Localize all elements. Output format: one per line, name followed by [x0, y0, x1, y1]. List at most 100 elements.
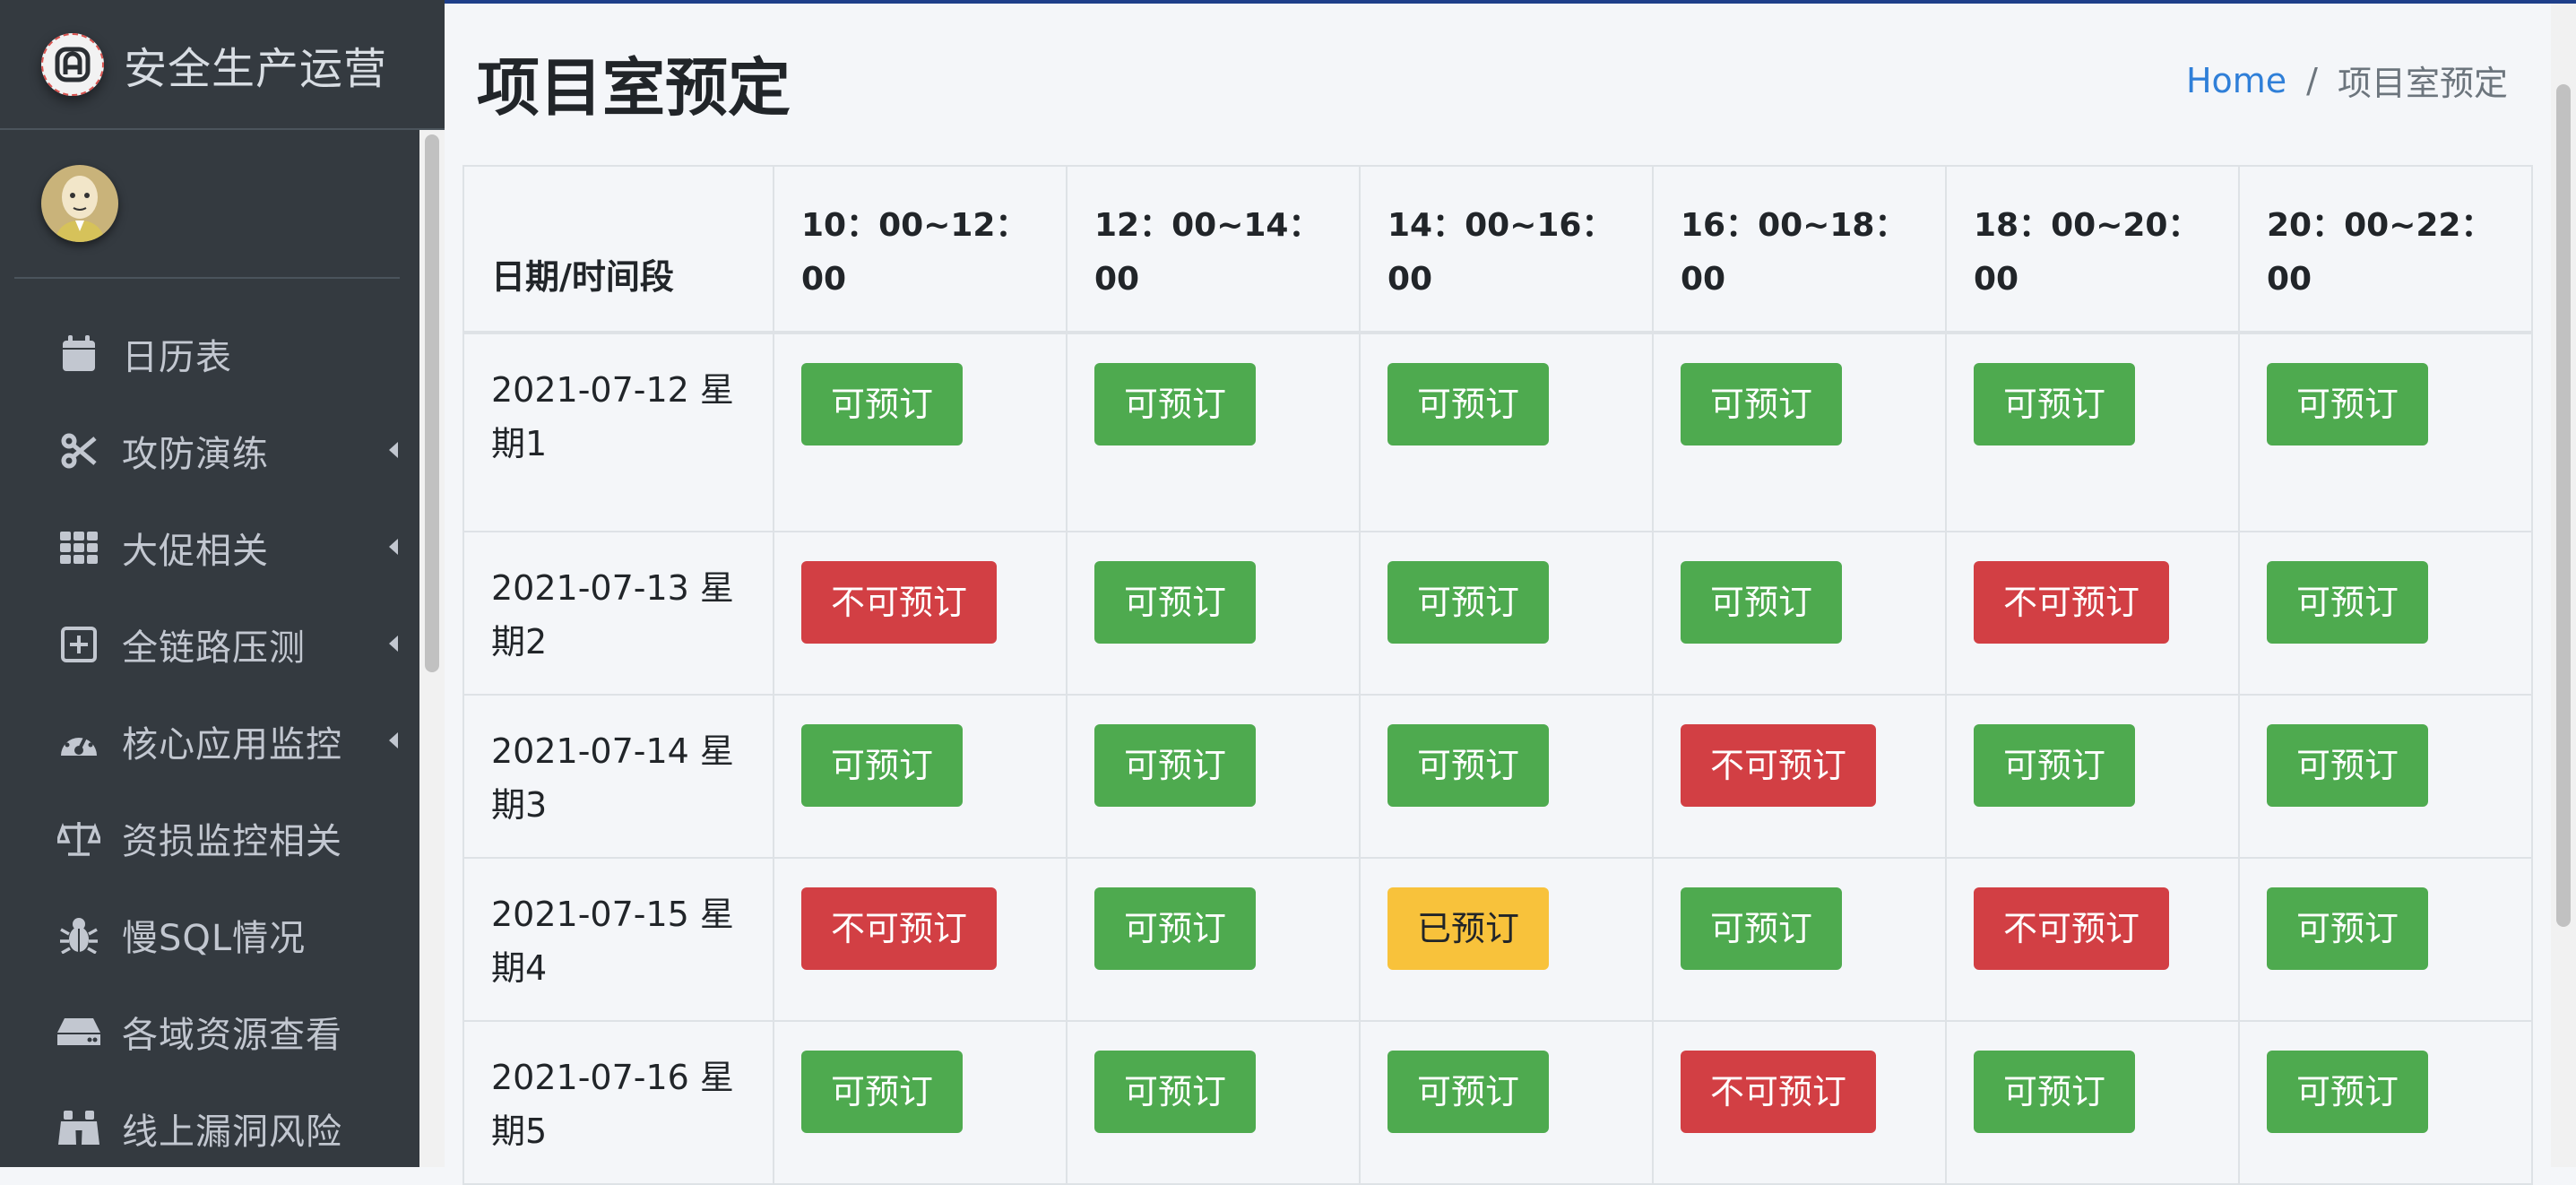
row-date: 2021-07-16 星期5	[462, 1020, 774, 1185]
column-header-slot: 10：00~12：00	[773, 165, 1068, 334]
slot-status-button[interactable]: 可预订	[2267, 724, 2429, 807]
slot-status-button[interactable]: 可预订	[1094, 561, 1257, 644]
slot-status-button[interactable]: 可预订	[1974, 1051, 2136, 1133]
slot-status-button[interactable]: 可预订	[1094, 887, 1257, 970]
table-row: 2021-07-13 星期2 不可预订 可预订 可预订 可预订 不可预订 可预订	[462, 531, 2533, 696]
table-cell: 可预订	[773, 1020, 1068, 1185]
sidebar-item-core-monitor[interactable]: 核心应用监控	[0, 693, 445, 790]
sidebar-item-label: 全链路压测	[122, 627, 306, 669]
slot-status-button[interactable]: 可预订	[1387, 561, 1550, 644]
row-date: 2021-07-13 星期2	[462, 531, 774, 696]
slot-status-button[interactable]: 可预订	[2267, 1051, 2429, 1133]
table-cell: 不可预订	[1945, 531, 2240, 696]
table-cell: 可预订	[1359, 694, 1654, 859]
binoculars-icon	[57, 1107, 100, 1150]
table-cell: 可预订	[1359, 531, 1654, 696]
row-date: 2021-07-15 星期4	[462, 857, 774, 1022]
slot-status-button[interactable]: 可预订	[1974, 724, 2136, 807]
sidebar-item-label: 各域资源查看	[122, 1015, 342, 1056]
sidebar-item-loss-monitor[interactable]: 资损监控相关	[0, 790, 445, 887]
brand-text: 安全生产运营	[124, 43, 388, 94]
slot-status-button[interactable]: 可预订	[1387, 363, 1550, 445]
row-date: 2021-07-12 星期1	[462, 332, 774, 532]
slot-status-button[interactable]: 可预订	[1681, 363, 1843, 445]
slot-status-button[interactable]: 不可预订	[801, 887, 998, 970]
slot-status-button[interactable]: 已预订	[1387, 887, 1550, 970]
table-cell: 可预订	[1652, 857, 1947, 1022]
sidebar-item-attack-defense[interactable]: 攻防演练	[0, 402, 445, 499]
grid-icon	[57, 526, 100, 569]
table-row: 2021-07-14 星期3 可预订 可预订 可预订 不可预订 可预订 可预订	[462, 694, 2533, 859]
chevron-left-icon	[389, 442, 398, 458]
table-cell: 可预订	[1652, 531, 1947, 696]
slot-status-button[interactable]: 可预订	[1387, 724, 1550, 807]
table-cell: 可预订	[1945, 1020, 2240, 1185]
brand-link[interactable]: 安全生产运营	[0, 0, 445, 130]
sidebar-item-calendar[interactable]: 日历表	[0, 306, 445, 402]
breadcrumb: Home / 项目室预定	[2186, 56, 2508, 105]
column-header-slot: 20：00~22：00	[2238, 165, 2533, 334]
table-cell: 可预订	[1652, 332, 1947, 532]
slot-status-button[interactable]: 可预订	[1681, 561, 1843, 644]
brand-logo-icon	[41, 32, 104, 96]
hdd-icon	[57, 1010, 100, 1053]
content-wrapper: 项目室预定 Home / 项目室预定 日期/时间段 10：00~12：00 12…	[445, 4, 2576, 1185]
table-cell: 可预订	[1066, 857, 1361, 1022]
table-cell: 已预订	[1359, 857, 1654, 1022]
table-row: 2021-07-16 星期5 可预订 可预订 可预订 不可预订 可预订 可预订	[462, 1020, 2533, 1185]
slot-status-button[interactable]: 可预订	[2267, 363, 2429, 445]
slot-status-button[interactable]: 不可预订	[1974, 887, 2170, 970]
table-cell: 可预订	[773, 332, 1068, 532]
column-header-slot: 14：00~16：00	[1359, 165, 1654, 334]
reservation-table: 日期/时间段 10：00~12：00 12：00~14：00 14：00~16：…	[462, 165, 2533, 1185]
sidebar-item-vuln-risk[interactable]: 线上漏洞风险	[0, 1080, 445, 1167]
calendar-icon	[57, 333, 100, 376]
sidebar-item-label: 日历表	[122, 337, 232, 378]
slot-status-button[interactable]: 可预订	[1094, 724, 1257, 807]
sidebar-item-resources[interactable]: 各域资源查看	[0, 983, 445, 1080]
slot-status-button[interactable]: 可预订	[1094, 363, 1257, 445]
slot-status-button[interactable]: 不可预订	[1681, 724, 1877, 807]
user-avatar[interactable]	[41, 165, 118, 242]
column-header-date: 日期/时间段	[462, 165, 774, 334]
sidebar-nav: 日历表 攻防演练 大促相关 全链路压测 核心应用监控 资损监控相关 慢SQL情况…	[0, 306, 445, 1167]
table-cell: 可预订	[2238, 531, 2533, 696]
slot-status-button[interactable]: 可预订	[1681, 887, 1843, 970]
sidebar-item-slow-sql[interactable]: 慢SQL情况	[0, 887, 445, 983]
slot-status-button[interactable]: 可预订	[2267, 887, 2429, 970]
slot-status-button[interactable]: 不可预订	[1681, 1051, 1877, 1133]
table-header-row: 日期/时间段 10：00~12：00 12：00~14：00 14：00~16：…	[462, 165, 2533, 334]
page-title: 项目室预定	[477, 51, 791, 125]
breadcrumb-home-link[interactable]: Home	[2186, 61, 2286, 100]
table-cell: 可预订	[2238, 694, 2533, 859]
slot-status-button[interactable]: 可预订	[1974, 363, 2136, 445]
balance-scale-icon	[57, 817, 100, 860]
slot-status-button[interactable]: 可预订	[801, 363, 964, 445]
table-cell: 不可预订	[1652, 1020, 1947, 1185]
chevron-left-icon	[389, 539, 398, 555]
table-cell: 可预订	[1066, 332, 1361, 532]
slot-status-button[interactable]: 可预订	[1387, 1051, 1550, 1133]
table-row: 2021-07-12 星期1 可预订 可预订 可预订 可预订 可预订 可预订	[462, 332, 2533, 532]
slot-status-button[interactable]: 可预订	[2267, 561, 2429, 644]
sidebar-item-stress-test[interactable]: 全链路压测	[0, 596, 445, 693]
tachometer-icon	[57, 720, 100, 763]
sidebar-item-promotion[interactable]: 大促相关	[0, 499, 445, 596]
scissors-icon	[57, 429, 100, 472]
table-cell: 可预订	[1945, 332, 2240, 532]
table-cell: 不可预订	[773, 857, 1068, 1022]
slot-status-button[interactable]: 不可预订	[1974, 561, 2170, 644]
breadcrumb-separator: /	[2306, 60, 2318, 100]
sidebar-scrollbar-thumb[interactable]	[425, 134, 439, 672]
table-cell: 不可预订	[1945, 857, 2240, 1022]
sidebar-item-label: 资损监控相关	[122, 821, 342, 862]
main-scrollbar-thumb[interactable]	[2556, 84, 2571, 927]
sidebar-item-label: 大促相关	[122, 531, 269, 572]
table-cell: 不可预订	[773, 531, 1068, 696]
slot-status-button[interactable]: 可预订	[1094, 1051, 1257, 1133]
slot-status-button[interactable]: 可预订	[801, 1051, 964, 1133]
slot-status-button[interactable]: 不可预订	[801, 561, 998, 644]
slot-status-button[interactable]: 可预订	[801, 724, 964, 807]
table-row: 2021-07-15 星期4 不可预订 可预订 已预订 可预订 不可预订 可预订	[462, 857, 2533, 1022]
table-cell: 可预订	[1066, 694, 1361, 859]
